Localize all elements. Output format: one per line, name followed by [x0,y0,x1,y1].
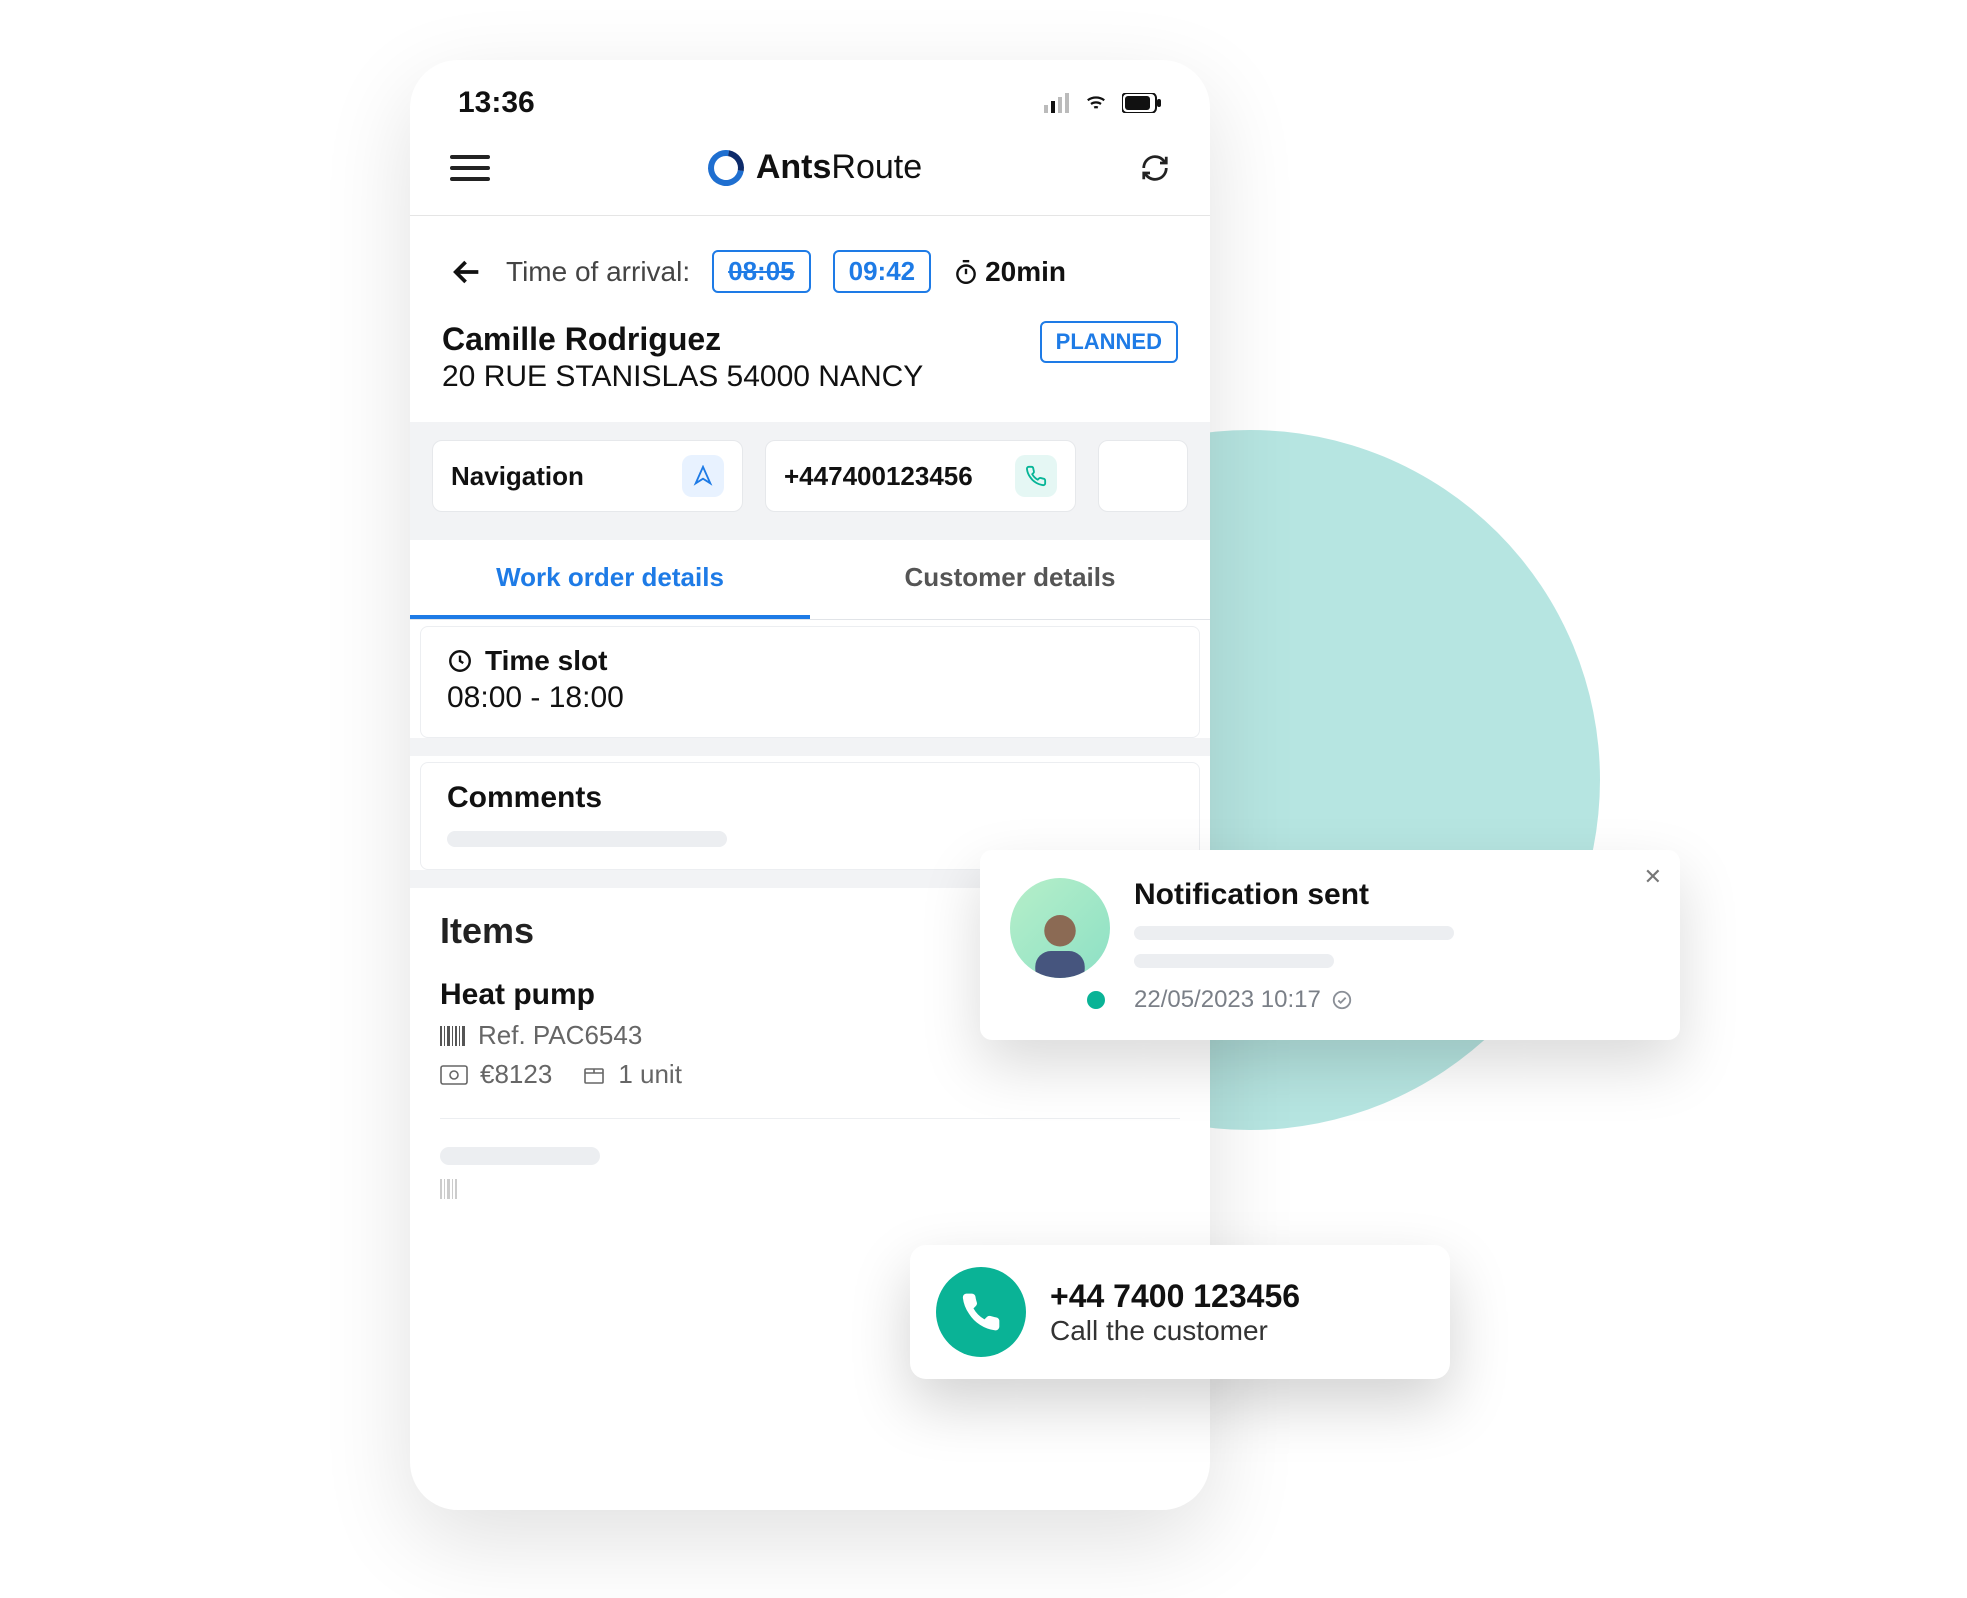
comment-placeholder [447,831,727,847]
call-circle-icon [936,1267,1026,1357]
navigation-card[interactable]: Navigation [432,440,743,512]
call-card[interactable]: +44 7400 123456 Call the customer [910,1245,1450,1379]
avatar [1010,878,1110,1014]
item-price: €8123 [480,1059,552,1090]
eta-original: 08:05 [712,250,811,293]
cellular-icon [1044,93,1070,113]
status-time: 13:36 [458,86,535,120]
item-ref: Ref. PAC6543 [478,1020,642,1051]
navigation-label: Navigation [451,461,584,492]
notification-title: Notification sent [1134,878,1650,912]
eta-updated: 09:42 [833,250,932,293]
refresh-button[interactable] [1140,153,1170,183]
comments-heading: Comments [447,781,1173,815]
presence-dot-icon [1084,988,1108,1012]
status-icons [1044,92,1162,114]
menu-button[interactable] [450,155,490,181]
logo-mark-icon [701,142,751,192]
item-qty: 1 unit [618,1059,682,1090]
clock-icon [447,648,473,674]
status-bar: 13:36 [410,60,1210,130]
tabs: Work order details Customer details [410,540,1210,620]
item-placeholder [440,1147,600,1165]
notification-timestamp: 22/05/2023 10:17 [1134,986,1321,1014]
phone-number: +447400123456 [784,461,973,492]
battery-icon [1122,93,1162,113]
phone-icon [1025,465,1047,487]
timeslot-value: 08:00 - 18:00 [447,681,1173,715]
call-number: +44 7400 123456 [1050,1278,1300,1315]
arrival-label: Time of arrival: [506,256,690,288]
barcode-icon [440,1026,466,1046]
duration: 20min [953,256,1066,288]
spacer [410,738,1210,756]
back-button[interactable] [450,255,484,289]
customer-address: 20 RUE STANISLAS 54000 NANCY [442,360,923,394]
money-icon [440,1065,468,1085]
status-badge: PLANNED [1040,321,1178,363]
call-label: Call the customer [1050,1315,1300,1347]
navigation-icon [692,465,714,487]
app-logo: AntsRoute [708,148,922,187]
phone-icon [959,1290,1003,1334]
check-circle-icon [1331,989,1353,1011]
barcode-icon [440,1179,466,1199]
notification-line-placeholder [1134,926,1454,940]
tab-customer-details[interactable]: Customer details [810,540,1210,619]
customer-name: Camille Rodriguez [442,321,923,358]
arrival-row: Time of arrival: 08:05 09:42 20min [410,216,1210,311]
app-bar: AntsRoute [410,130,1210,216]
extra-card[interactable] [1098,440,1188,512]
stopwatch-icon [953,259,979,285]
timeslot-card: Time slot 08:00 - 18:00 [420,626,1200,738]
action-cards-row: Navigation +447400123456 [410,422,1210,540]
customer-block: Camille Rodriguez 20 RUE STANISLAS 54000… [410,311,1210,422]
close-button[interactable]: ✕ [1644,864,1662,890]
notification-card: ✕ Notification sent 22/05/2023 10:17 [980,850,1680,1040]
wifi-icon [1082,92,1110,114]
divider [440,1118,1180,1119]
phone-card[interactable]: +447400123456 [765,440,1076,512]
box-icon [582,1063,606,1087]
person-icon [1024,906,1096,978]
notification-line-placeholder [1134,954,1334,968]
tab-work-order[interactable]: Work order details [410,540,810,619]
logo-text: AntsRoute [756,148,922,187]
timeslot-heading: Time slot [485,645,607,677]
